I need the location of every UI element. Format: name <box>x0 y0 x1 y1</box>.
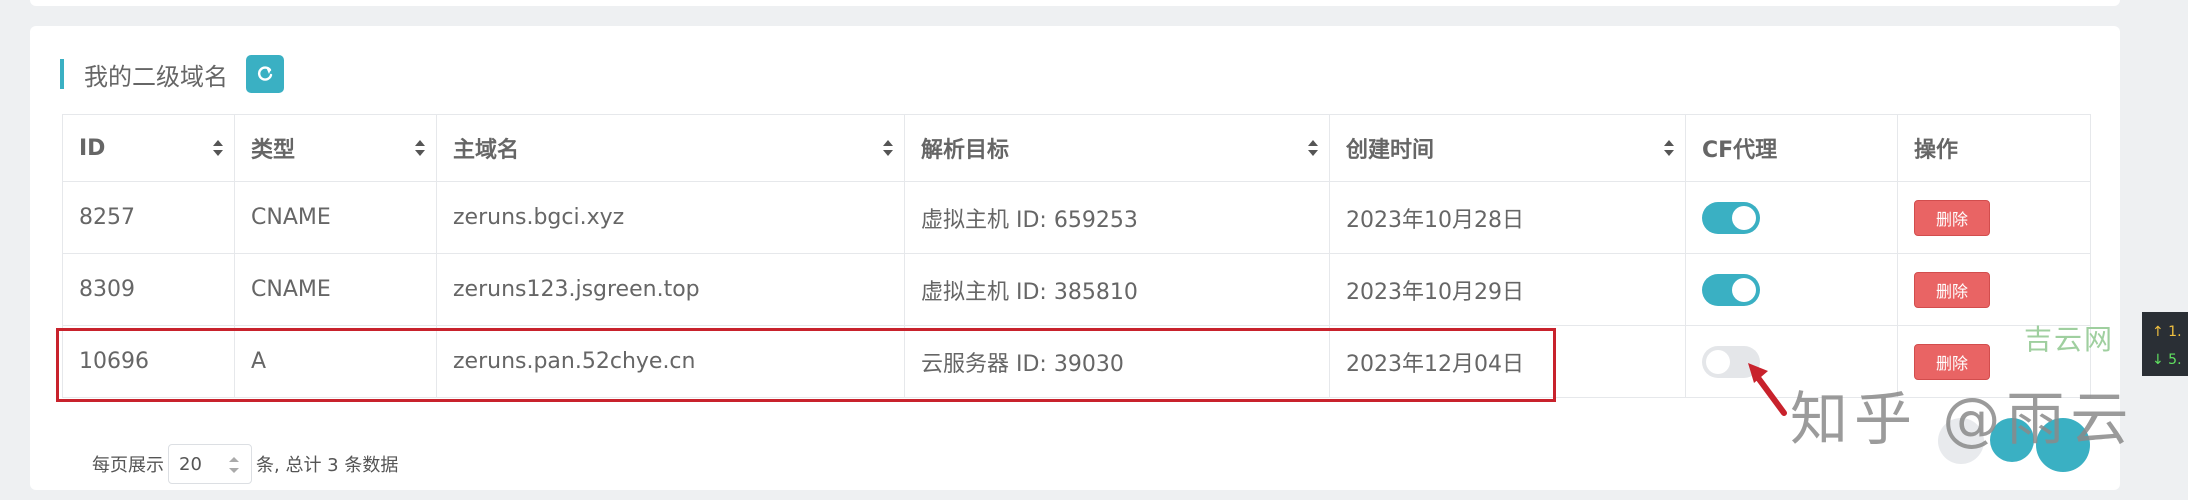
column-header-action: 操作 <box>1897 114 2091 182</box>
column-header-target[interactable]: 解析目标 <box>904 114 1330 182</box>
cell-created: 2023年10月28日 <box>1329 181 1686 254</box>
column-header-id[interactable]: ID <box>62 114 235 182</box>
cell-domain: zeruns123.jsgreen.top <box>436 253 905 326</box>
sort-icon[interactable] <box>212 138 224 158</box>
table-row: 8309 CNAME zeruns123.jsgreen.top 虚拟主机 ID… <box>62 253 2091 326</box>
section-header: 我的二级域名 <box>60 54 284 94</box>
cell-id: 8309 <box>62 253 235 326</box>
stepper-icon <box>229 457 239 473</box>
cell-action: 删除 <box>1897 253 2091 326</box>
delete-button[interactable]: 删除 <box>1914 199 1990 236</box>
cell-target: 云服务器 ID: 39030 <box>904 325 1330 398</box>
column-header-cf-proxy: CF代理 <box>1685 114 1898 182</box>
cell-cf-proxy <box>1685 253 1898 326</box>
cf-proxy-toggle[interactable] <box>1702 201 1760 234</box>
sort-icon[interactable] <box>414 138 426 158</box>
sort-icon[interactable] <box>882 138 894 158</box>
cell-created: 2023年12月04日 <box>1329 325 1686 398</box>
pagination: 每页展示 20 条, 总计 3 条数据 <box>92 444 398 484</box>
section-title: 我的二级域名 <box>84 62 228 91</box>
title-accent-bar <box>60 59 64 89</box>
page-size-value: 20 <box>179 453 202 475</box>
page-size-select[interactable]: 20 <box>168 444 252 484</box>
cell-domain: zeruns.pan.52chye.cn <box>436 325 905 398</box>
cell-type: CNAME <box>234 253 437 326</box>
cell-created: 2023年10月29日 <box>1329 253 1686 326</box>
cell-target: 虚拟主机 ID: 385810 <box>904 253 1330 326</box>
cell-target: 虚拟主机 ID: 659253 <box>904 181 1330 254</box>
column-header-type[interactable]: 类型 <box>234 114 437 182</box>
network-speed-widget: ↑ 1. ↓ 5. <box>2142 312 2188 376</box>
cell-id: 8257 <box>62 181 235 254</box>
column-header-created[interactable]: 创建时间 <box>1329 114 1686 182</box>
cell-type: CNAME <box>234 181 437 254</box>
page-size-prefix: 每页展示 <box>92 455 164 476</box>
download-speed: ↓ 5. <box>2152 352 2182 368</box>
zhihu-watermark: 知乎 @雨云 <box>1790 385 2135 453</box>
sort-icon[interactable] <box>1663 138 1675 158</box>
refresh-icon <box>258 66 273 81</box>
cell-type: A <box>234 325 437 398</box>
page-total-text: 条, 总计 3 条数据 <box>256 455 399 476</box>
cf-proxy-toggle[interactable] <box>1702 273 1760 306</box>
cell-action: 删除 <box>1897 181 2091 254</box>
table-header-row: ID 类型 主域名 解析目标 创建时间 CF代理 操作 <box>62 114 2091 182</box>
cell-cf-proxy <box>1685 181 1898 254</box>
refresh-button[interactable] <box>246 55 284 93</box>
previous-card <box>30 0 2120 6</box>
delete-button[interactable]: 删除 <box>1914 271 1990 308</box>
cell-domain: zeruns.bgci.xyz <box>436 181 905 254</box>
upload-speed: ↑ 1. <box>2152 324 2182 340</box>
table-row: 8257 CNAME zeruns.bgci.xyz 虚拟主机 ID: 6592… <box>62 181 2091 254</box>
sort-icon[interactable] <box>1307 138 1319 158</box>
brand-watermark: 吉云网 <box>2024 323 2115 356</box>
cell-id: 10696 <box>62 325 235 398</box>
column-header-domain[interactable]: 主域名 <box>436 114 905 182</box>
